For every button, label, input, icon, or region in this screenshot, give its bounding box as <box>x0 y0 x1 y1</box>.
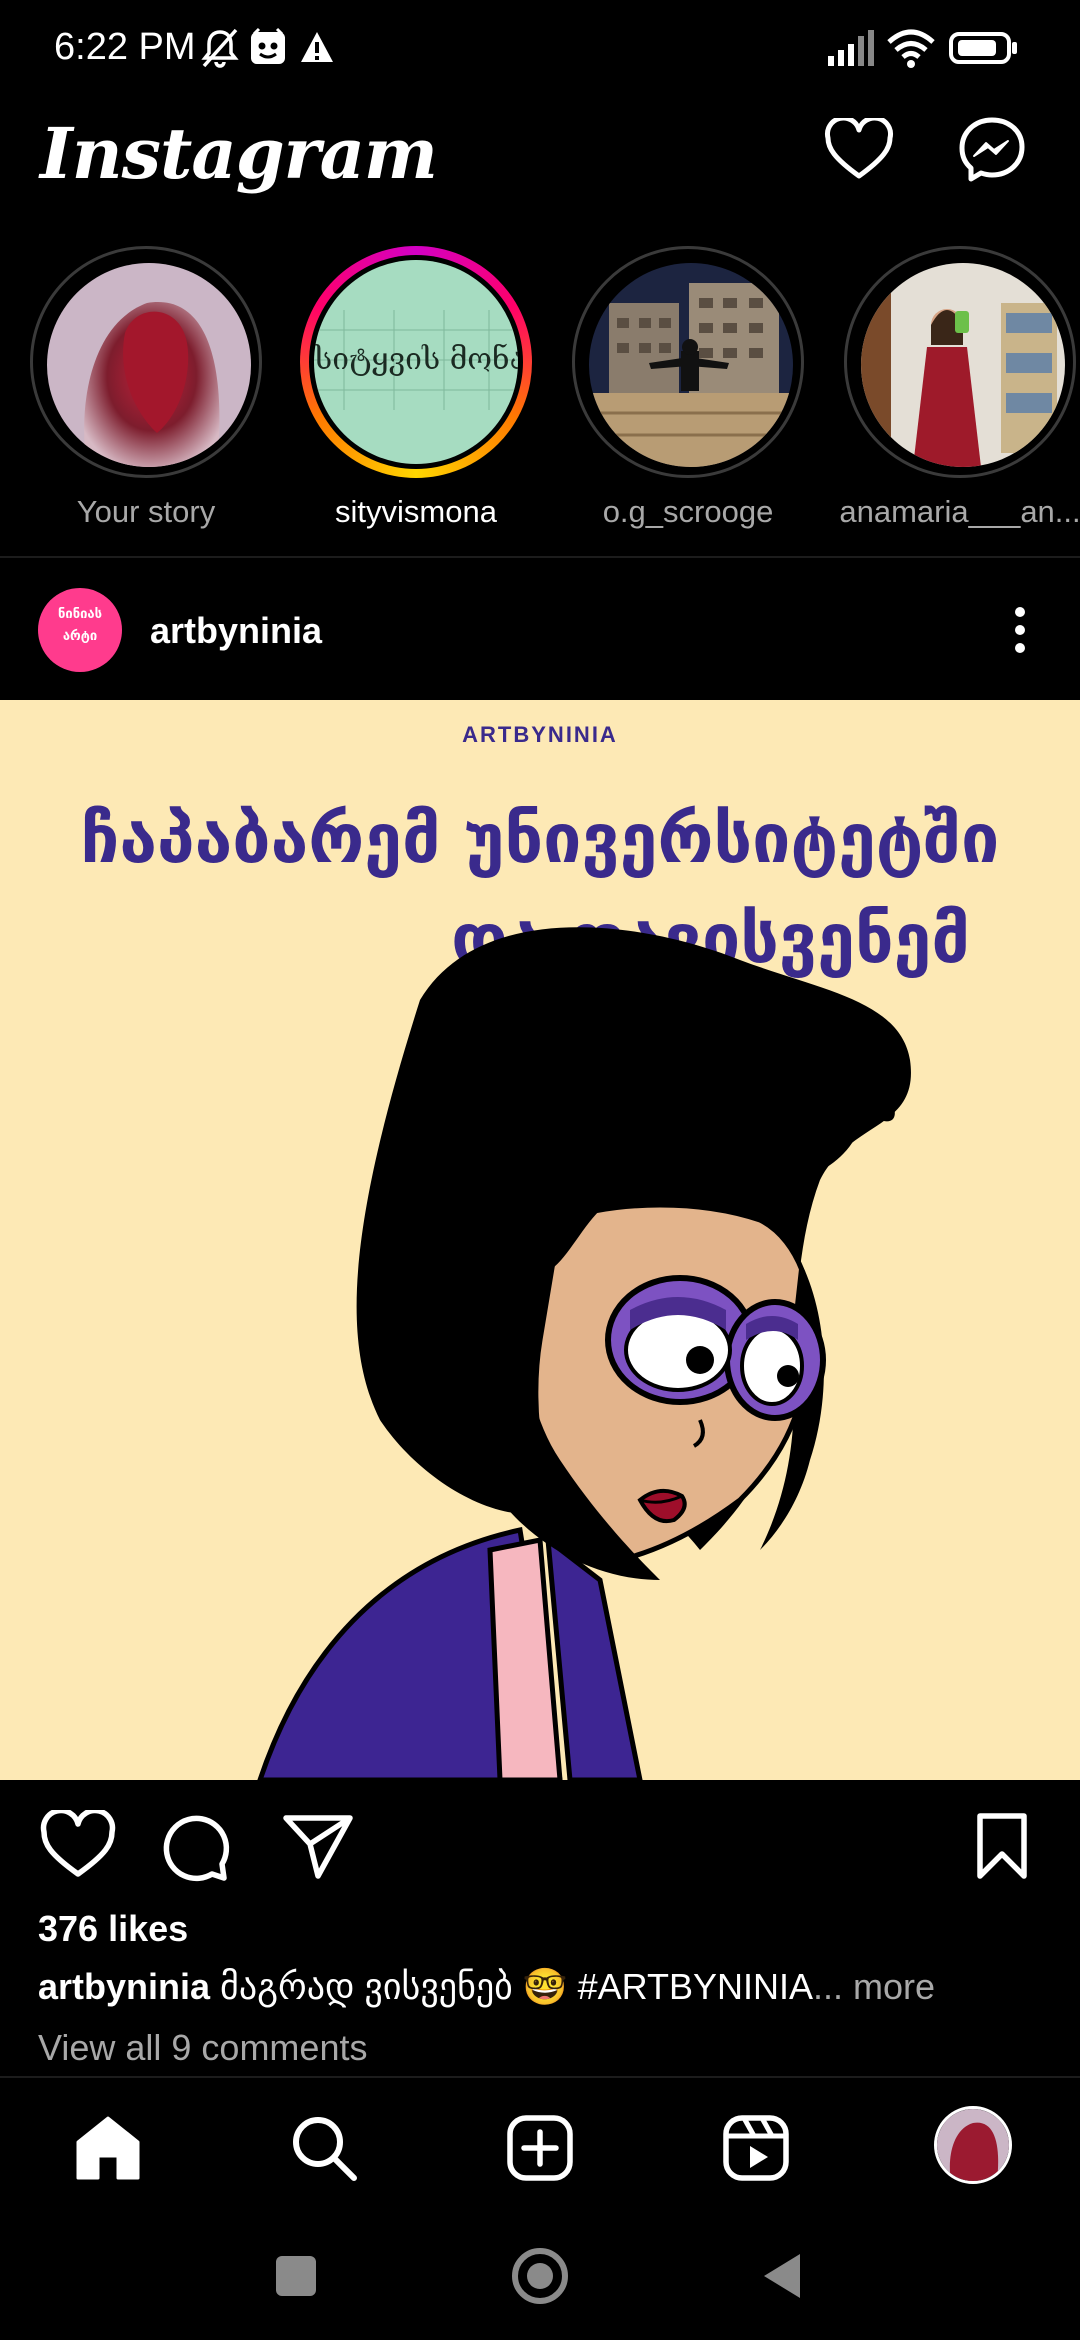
share-icon[interactable] <box>280 1810 356 1882</box>
post-image[interactable]: ARTBYNINIA ჩაპაბარემ უნივერსიტეტში და და… <box>0 700 1080 1780</box>
wifi-icon <box>887 29 935 68</box>
create-icon[interactable] <box>504 2112 576 2184</box>
caption-more-link[interactable]: ... more <box>813 1966 935 2007</box>
story-ring <box>30 246 262 478</box>
divider <box>0 2076 1080 2078</box>
story-label: anamaria___an... <box>839 494 1080 529</box>
heart-icon[interactable] <box>824 118 894 182</box>
warning-icon <box>301 32 333 62</box>
app-notification-icon <box>251 27 285 64</box>
story-o-g-scrooge[interactable]: o.g_scrooge <box>572 246 812 546</box>
post-caption[interactable]: artbyninia მაგრად ვისვენებ 🤓 #ARTBYNINIA… <box>38 1966 1048 2008</box>
story-label: o.g_scrooge <box>602 494 774 529</box>
story-label: sityvismona <box>335 494 497 529</box>
reels-icon[interactable] <box>720 2112 792 2184</box>
status-time: 6:22 PM <box>54 26 196 68</box>
search-icon[interactable] <box>288 2112 360 2184</box>
story-sityvismona[interactable]: სიტყვის მონა sityvismona <box>300 246 540 546</box>
recents-button[interactable] <box>276 2256 316 2296</box>
story-ring <box>572 246 804 478</box>
avatar-text-top: ნინიას <box>57 606 102 621</box>
story-avatar-text: სიტყვის მონა <box>314 342 518 377</box>
like-count[interactable]: 376 likes <box>38 1908 188 1950</box>
home-icon[interactable] <box>72 2112 144 2184</box>
status-bar: 6:22 PM <box>0 0 1080 96</box>
system-home-button[interactable] <box>512 2248 568 2304</box>
profile-avatar[interactable] <box>934 2106 1012 2184</box>
story-avatar <box>47 263 251 467</box>
story-ring <box>844 246 1076 478</box>
caption-username[interactable]: artbyninia <box>38 1966 210 2007</box>
messenger-icon[interactable] <box>958 116 1026 184</box>
story-your-story[interactable]: Your story <box>30 246 270 546</box>
save-icon[interactable] <box>972 1810 1032 1882</box>
story-label: Your story <box>76 494 216 529</box>
caption-text: მაგრად ვისვენებ 🤓 #ARTBYNINIA <box>210 1966 814 2007</box>
post-username[interactable]: artbyninia <box>150 610 322 652</box>
more-options-icon[interactable] <box>1000 604 1040 656</box>
signal-icon <box>828 30 874 66</box>
story-avatar <box>861 263 1065 467</box>
girl-illustration <box>257 927 911 1780</box>
view-comments-link[interactable]: View all 9 comments <box>38 2027 367 2069</box>
post-avatar[interactable]: ნინიას არტი <box>38 588 122 672</box>
story-avatar: სიტყვის მონა <box>314 260 518 464</box>
like-icon[interactable] <box>38 1810 118 1882</box>
story-avatar <box>589 263 793 467</box>
story-anamaria[interactable]: anamaria___an... <box>839 246 1080 546</box>
story-ring-unseen: სიტყვის მონა <box>300 246 532 478</box>
battery-icon <box>949 32 1017 64</box>
back-button[interactable] <box>760 2250 804 2302</box>
avatar-text-bottom: არტი <box>62 628 98 643</box>
mute-bell-icon <box>201 28 239 68</box>
divider <box>0 556 1080 558</box>
instagram-logo: Instagram <box>40 112 438 195</box>
comment-icon[interactable] <box>158 1810 234 1882</box>
